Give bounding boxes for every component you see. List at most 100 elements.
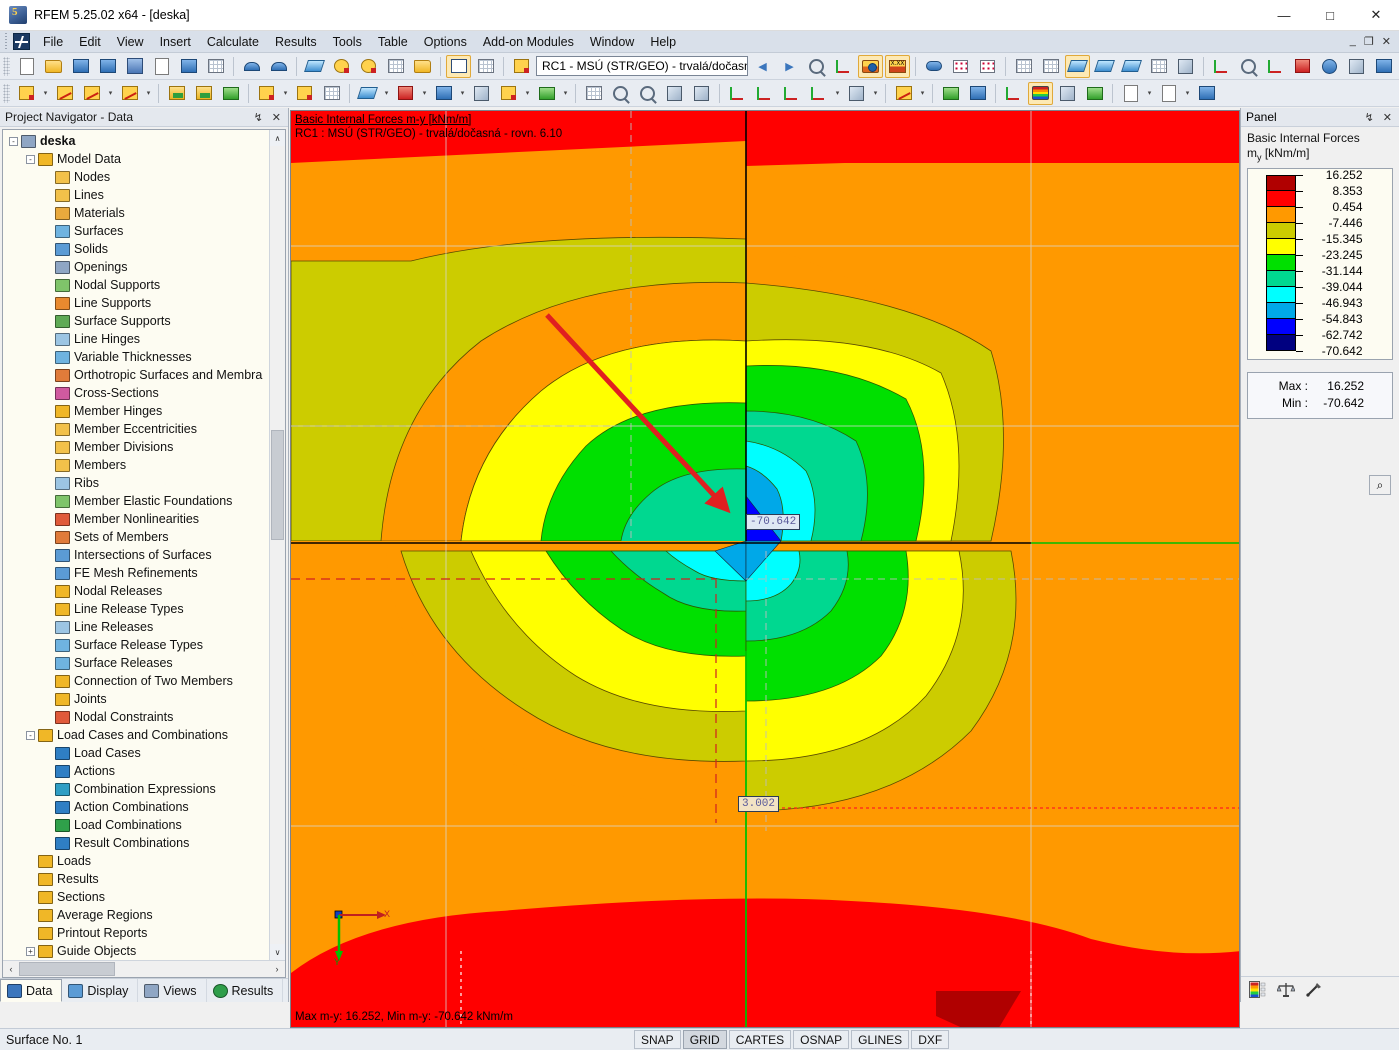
view-isometric-icon[interactable]	[844, 82, 869, 105]
toolbar-grip-1[interactable]	[3, 56, 10, 76]
tree-item-variable-thicknesses[interactable]: Variable Thicknesses	[3, 348, 269, 366]
work-plane-icon[interactable]	[891, 82, 916, 105]
glasses-icon[interactable]	[921, 55, 946, 78]
rotate-icon[interactable]	[1236, 55, 1261, 78]
status-toggle-osnap[interactable]: OSNAP	[793, 1030, 850, 1049]
load-case-combo[interactable]: RC1 - MSÚ (STR/GEO) - trvalá/dočasná ▾	[536, 56, 748, 76]
tree-item-members[interactable]: Members	[3, 456, 269, 474]
new-load-case-icon[interactable]	[509, 55, 534, 78]
pin-icon[interactable]: ↯	[1365, 111, 1374, 124]
tree-horizontal-scrollbar[interactable]: ‹ ›	[3, 960, 285, 977]
tree-item-openings[interactable]: Openings	[3, 258, 269, 276]
tree-item-ribs[interactable]: Ribs	[3, 474, 269, 492]
tree-item-fe-mesh-refinements[interactable]: FE Mesh Refinements	[3, 564, 269, 582]
menu-item-calculate[interactable]: Calculate	[199, 33, 267, 51]
isoband-colors-icon[interactable]	[1028, 81, 1053, 105]
tree-item-surface-supports[interactable]: Surface Supports	[3, 312, 269, 330]
result-arrows-icon[interactable]	[1082, 82, 1107, 105]
new-member-set-icon[interactable]	[319, 82, 344, 105]
tree-item-sets-of-members[interactable]: Sets of Members	[3, 528, 269, 546]
tree-item-surfaces[interactable]: Surfaces	[3, 222, 269, 240]
status-toggle-snap[interactable]: SNAP	[634, 1030, 681, 1049]
expand-toggle-icon[interactable]: +	[26, 946, 35, 956]
tree-item-load-combinations[interactable]: Load Combinations	[3, 816, 269, 834]
tree-item-load-cases-and-combinations[interactable]: - Load Cases and Combinations	[3, 726, 269, 744]
tree-vertical-scrollbar[interactable]: ∧ ∨	[269, 130, 285, 960]
tree-item-solids[interactable]: Solids	[3, 240, 269, 258]
mesh-settings-icon[interactable]	[1038, 55, 1063, 78]
mdi-restore-button[interactable]: ❐	[1361, 35, 1377, 48]
result-diagram-icon[interactable]	[948, 55, 973, 78]
new-file-icon[interactable]	[14, 55, 39, 78]
tables-icon[interactable]	[446, 54, 471, 78]
tree-item-actions[interactable]: Actions	[3, 762, 269, 780]
scroll-up-icon[interactable]: ∧	[270, 130, 285, 146]
isoband-3d-icon[interactable]	[1055, 82, 1080, 105]
tree-item-nodal-releases[interactable]: Nodal Releases	[3, 582, 269, 600]
menu-item-results[interactable]: Results	[267, 33, 325, 51]
tree-hscroll-thumb[interactable]	[19, 962, 115, 976]
print-icon[interactable]	[176, 55, 201, 78]
chevron-down-icon[interactable]: ▾	[457, 82, 468, 105]
zoom-in-icon[interactable]	[608, 82, 633, 105]
chevron-down-icon[interactable]: ▾	[870, 82, 881, 105]
zoom-results-icon[interactable]	[804, 55, 829, 78]
next-load-case-icon[interactable]: ▶	[777, 55, 802, 78]
chevron-down-icon[interactable]: ▾	[522, 82, 533, 105]
table-grid-icon[interactable]	[473, 55, 498, 78]
result-axes-icon[interactable]	[1001, 82, 1026, 105]
toolbar-grip-2[interactable]	[3, 83, 10, 103]
tree-item-line-supports[interactable]: Line Supports	[3, 294, 269, 312]
zoom-out-icon[interactable]	[635, 82, 660, 105]
new-load-icon[interactable]	[534, 82, 559, 105]
tree-scroll-thumb[interactable]	[271, 430, 284, 540]
tree-item-result-combinations[interactable]: Result Combinations	[3, 834, 269, 852]
tree-item-sections[interactable]: Sections	[3, 888, 269, 906]
mirror-icon[interactable]	[1263, 55, 1288, 78]
tree-item-lines[interactable]: Lines	[3, 186, 269, 204]
menu-item-help[interactable]: Help	[642, 33, 684, 51]
new-nodal-support-icon[interactable]	[164, 82, 189, 105]
maximize-button[interactable]: □	[1307, 0, 1353, 31]
factor-icon[interactable]	[1305, 981, 1323, 998]
tree-item-materials[interactable]: Materials	[3, 204, 269, 222]
chevron-down-icon[interactable]: ▾	[832, 82, 843, 105]
tree-item-average-regions[interactable]: Average Regions	[3, 906, 269, 924]
tree-item-joints[interactable]: Joints	[3, 690, 269, 708]
chevron-down-icon[interactable]: ▾	[105, 82, 116, 105]
tree-item-printout-reports[interactable]: Printout Reports	[3, 924, 269, 942]
import-icon[interactable]	[95, 55, 120, 78]
tree-item-loads[interactable]: Loads	[3, 852, 269, 870]
minimize-button[interactable]: —	[1261, 0, 1307, 31]
select-object-icon[interactable]	[329, 55, 354, 78]
tree-item-guide-objects[interactable]: + Guide Objects	[3, 942, 269, 960]
select-circle-icon[interactable]	[356, 55, 381, 78]
collapse-toggle-icon[interactable]: -	[9, 136, 18, 146]
new-window-icon[interactable]	[410, 55, 435, 78]
tree-item-line-hinges[interactable]: Line Hinges	[3, 330, 269, 348]
menu-item-file[interactable]: File	[35, 33, 71, 51]
tree-item-line-release-types[interactable]: Line Release Types	[3, 600, 269, 618]
calculate-icon[interactable]	[581, 82, 606, 105]
result-values-icon[interactable]	[831, 55, 856, 78]
navigator-tab-display[interactable]: Display	[62, 979, 139, 1002]
status-toggle-glines[interactable]: GLINES	[851, 1030, 910, 1049]
menu-item-edit[interactable]: Edit	[71, 33, 109, 51]
model-viewport[interactable]: Basic Internal Forces m-y [kNm/m] RC1 : …	[290, 110, 1240, 1028]
color-scale-icon[interactable]	[1249, 981, 1267, 998]
info-icon[interactable]	[1317, 55, 1342, 78]
select-special-icon[interactable]	[383, 55, 408, 78]
collapse-toggle-icon[interactable]: -	[26, 154, 35, 164]
delete-icon[interactable]	[1290, 55, 1315, 78]
render-model-icon[interactable]	[302, 55, 327, 78]
tree-item-nodal-constraints[interactable]: Nodal Constraints	[3, 708, 269, 726]
tree-item-intersections-of-surfaces[interactable]: Intersections of Surfaces	[3, 546, 269, 564]
new-member-icon[interactable]	[254, 82, 279, 105]
new-member-xx-icon[interactable]	[292, 82, 317, 105]
menu-item-addon-modules[interactable]: Add-on Modules	[475, 33, 582, 51]
view-in-y-icon[interactable]	[752, 82, 777, 105]
chevron-down-icon[interactable]: ▾	[381, 82, 392, 105]
scroll-left-icon[interactable]: ‹	[3, 961, 19, 977]
tree-item-member-divisions[interactable]: Member Divisions	[3, 438, 269, 456]
tree-item-combination-expressions[interactable]: Combination Expressions	[3, 780, 269, 798]
